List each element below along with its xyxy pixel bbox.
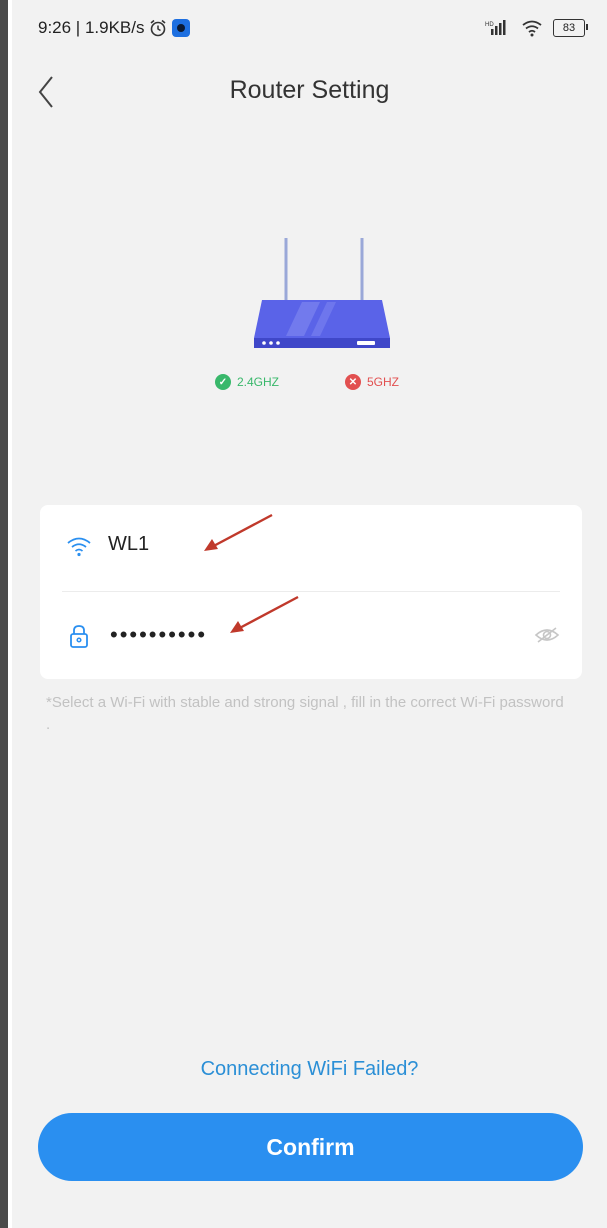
cellular-signal-icon: HD [485, 20, 506, 35]
password-field[interactable]: •••••••••• [40, 593, 582, 679]
wifi-hint-text: *Select a Wi-Fi with stable and strong s… [46, 694, 564, 733]
band-5g-label: 5GHZ [367, 375, 400, 389]
app-notification-icon [172, 19, 191, 37]
router-illustration [254, 238, 390, 348]
connecting-failed-link[interactable]: Connecting WiFi Failed? [12, 1058, 607, 1081]
eye-icon[interactable] [534, 625, 560, 645]
password-value: •••••••••• [110, 622, 208, 647]
wifi-form-card: WL1 •••••••••• [40, 505, 582, 679]
error-circle-icon: ✕ [345, 374, 361, 390]
ssid-field[interactable]: WL1 [40, 505, 582, 591]
nav-header: Router Setting [12, 62, 607, 122]
ssid-value: WL1 [108, 533, 150, 555]
battery-icon: 83 [553, 19, 588, 37]
alarm-icon [150, 19, 166, 37]
status-bar: 9:26 | 1.9KB/s HD 83 [12, 0, 607, 56]
band-2g-status: ✓ 2.4GHZ [215, 374, 279, 390]
battery-level: 83 [562, 22, 576, 34]
band-5g-status: ✕ 5GHZ [345, 374, 399, 390]
image-left-border [0, 0, 8, 1228]
status-left: 9:26 | 1.9KB/s [38, 18, 191, 38]
confirm-button[interactable]: Confirm [38, 1113, 583, 1181]
status-right: HD 83 [485, 19, 588, 37]
page-title: Router Setting [229, 76, 390, 104]
check-circle-icon: ✓ [215, 374, 231, 390]
field-divider [62, 591, 560, 592]
wifi-status-icon [522, 20, 542, 37]
band-status-row: ✓ 2.4GHZ ✕ 5GHZ [12, 374, 607, 398]
wifi-icon [67, 537, 91, 557]
status-time-speed: 9:26 | 1.9KB/s [38, 18, 145, 37]
band-2g-label: 2.4GHZ [237, 375, 280, 389]
signal-hd-label: HD [485, 22, 494, 28]
lock-icon [70, 625, 88, 648]
phone-screen: 9:26 | 1.9KB/s HD 83 Router Setting ✓ 2.… [12, 0, 607, 1228]
